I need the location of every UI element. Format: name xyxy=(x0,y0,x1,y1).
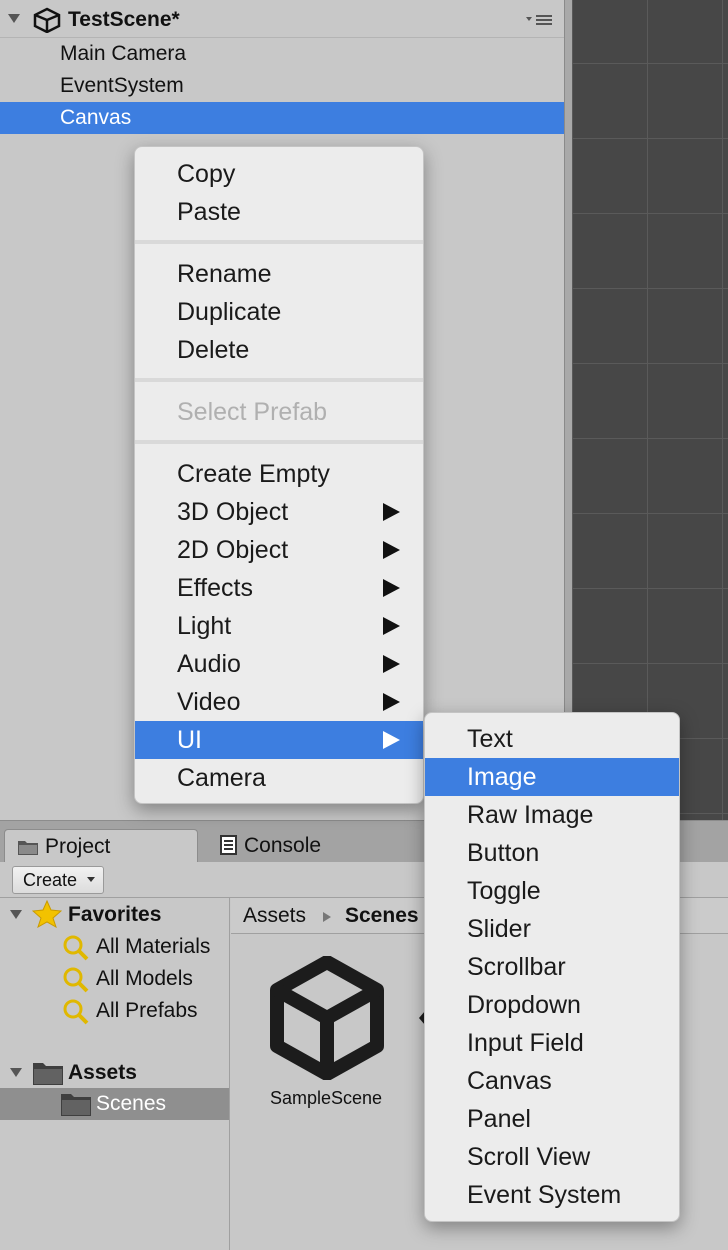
submenu-arrow-icon xyxy=(383,731,400,749)
breadcrumb-assets[interactable]: Assets xyxy=(243,904,306,928)
create-button[interactable]: Create xyxy=(12,866,104,894)
submenu-arrow-icon xyxy=(383,541,400,559)
menu-separator xyxy=(135,240,423,244)
tree-assets[interactable]: Assets xyxy=(68,1057,137,1089)
context-menu: Copy Paste Rename Duplicate Delete Selec… xyxy=(134,146,424,804)
menu-item-delete[interactable]: Delete xyxy=(135,331,423,369)
hierarchy-item-canvas[interactable]: Canvas xyxy=(0,102,564,134)
menu-item-light[interactable]: Light xyxy=(135,607,423,645)
submenu-item-toggle[interactable]: Toggle xyxy=(425,872,679,910)
hierarchy-item-main-camera[interactable]: Main Camera xyxy=(0,38,564,70)
favorites-foldout-icon[interactable] xyxy=(10,910,22,919)
tab-project[interactable]: Project xyxy=(4,829,198,863)
asset-label[interactable]: SampleScene xyxy=(241,1088,411,1109)
breadcrumb-separator-icon xyxy=(323,912,331,922)
submenu-arrow-icon xyxy=(383,693,400,711)
submenu-arrow-icon xyxy=(383,617,400,635)
menu-item-effects-label: Effects xyxy=(177,574,253,602)
folder-icon xyxy=(18,841,38,855)
chevron-down-icon xyxy=(87,877,95,882)
panel-splitter[interactable] xyxy=(564,0,572,820)
menu-item-video-label: Video xyxy=(177,688,241,716)
hierarchy-header: TestScene* xyxy=(0,0,564,38)
tab-console-label: Console xyxy=(244,834,322,857)
project-tree: Favorites All Materials All Models All P… xyxy=(0,898,230,1250)
ui-submenu: Text Image Raw Image Button Toggle Slide… xyxy=(424,712,680,1222)
menu-separator xyxy=(135,378,423,382)
menu-item-select-prefab: Select Prefab xyxy=(177,398,328,426)
tree-all-prefabs[interactable]: All Prefabs xyxy=(96,995,198,1027)
breadcrumb-scenes[interactable]: Scenes xyxy=(345,904,419,928)
menu-item-copy[interactable]: Copy xyxy=(135,155,423,193)
submenu-item-panel[interactable]: Panel xyxy=(425,1100,679,1138)
menu-item-light-label: Light xyxy=(177,612,232,640)
search-icon xyxy=(63,999,89,1025)
folder-icon xyxy=(61,1094,91,1116)
submenu-arrow-icon xyxy=(383,655,400,673)
hierarchy-options-icon[interactable] xyxy=(526,12,556,28)
search-icon xyxy=(63,967,89,993)
submenu-arrow-icon xyxy=(383,503,400,521)
submenu-item-button[interactable]: Button xyxy=(425,834,679,872)
menu-item-2d-object-label: 2D Object xyxy=(177,536,289,564)
console-icon xyxy=(220,835,237,855)
menu-item-ui-label: UI xyxy=(177,726,202,754)
tab-project-label: Project xyxy=(45,835,111,858)
menu-separator xyxy=(135,440,423,444)
tree-scenes: Scenes xyxy=(96,1092,167,1115)
menu-item-camera[interactable]: Camera xyxy=(135,759,423,797)
menu-item-rename[interactable]: Rename xyxy=(135,255,423,293)
star-icon xyxy=(32,900,62,928)
unity-scene-icon[interactable] xyxy=(265,956,389,1080)
tree-all-models[interactable]: All Models xyxy=(96,963,193,995)
menu-item-create-empty[interactable]: Create Empty xyxy=(135,455,423,493)
search-icon xyxy=(63,935,89,961)
menu-item-3d-object[interactable]: 3D Object xyxy=(135,493,423,531)
menu-item-3d-object-label: 3D Object xyxy=(177,498,289,526)
unity-logo-icon xyxy=(33,7,61,33)
folder-icon xyxy=(33,1063,63,1085)
submenu-item-input-field[interactable]: Input Field xyxy=(425,1024,679,1062)
menu-item-effects[interactable]: Effects xyxy=(135,569,423,607)
submenu-item-text[interactable]: Text xyxy=(425,720,679,758)
menu-item-duplicate[interactable]: Duplicate xyxy=(135,293,423,331)
tab-console[interactable]: Console xyxy=(212,829,412,863)
menu-item-audio[interactable]: Audio xyxy=(135,645,423,683)
tree-all-materials[interactable]: All Materials xyxy=(96,931,210,963)
assets-foldout-icon[interactable] xyxy=(10,1068,22,1077)
tree-favorites[interactable]: Favorites xyxy=(68,899,161,931)
submenu-item-dropdown[interactable]: Dropdown xyxy=(425,986,679,1024)
menu-item-2d-object[interactable]: 2D Object xyxy=(135,531,423,569)
submenu-item-scroll-view[interactable]: Scroll View xyxy=(425,1138,679,1176)
menu-item-paste[interactable]: Paste xyxy=(135,193,423,231)
scene-view[interactable] xyxy=(572,0,728,820)
submenu-item-event-system[interactable]: Event System xyxy=(425,1176,679,1214)
submenu-item-canvas[interactable]: Canvas xyxy=(425,1062,679,1100)
scene-title[interactable]: TestScene* xyxy=(68,8,180,32)
submenu-item-image[interactable]: Image xyxy=(425,758,679,796)
menu-item-ui[interactable]: UI xyxy=(135,721,423,759)
menu-item-video[interactable]: Video xyxy=(135,683,423,721)
scene-foldout-icon[interactable] xyxy=(8,14,20,23)
hierarchy-item-eventsystem[interactable]: EventSystem xyxy=(0,70,564,102)
submenu-item-scrollbar[interactable]: Scrollbar xyxy=(425,948,679,986)
submenu-item-slider[interactable]: Slider xyxy=(425,910,679,948)
menu-item-audio-label: Audio xyxy=(177,650,241,678)
create-button-label: Create xyxy=(23,870,78,890)
submenu-item-raw-image[interactable]: Raw Image xyxy=(425,796,679,834)
tree-scenes-row[interactable]: Scenes xyxy=(0,1088,229,1120)
submenu-arrow-icon xyxy=(383,579,400,597)
